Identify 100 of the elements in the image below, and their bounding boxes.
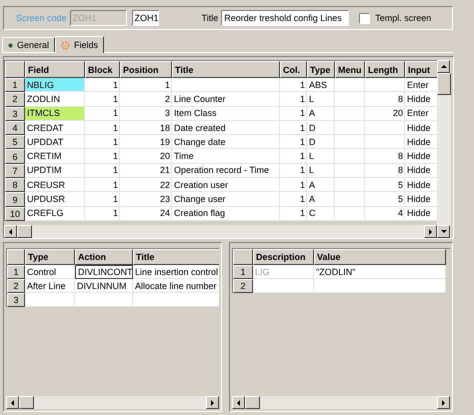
table-cell: 1 [85,164,120,178]
row-header[interactable]: 2 [5,92,25,107]
horizontal-scrollbar[interactable] [4,225,437,238]
row-header[interactable]: 6 [5,149,25,164]
table-cell: Operation record - Time [172,164,280,178]
table-cell: 3 [120,106,172,121]
column-header[interactable]: Title [133,249,219,265]
table-cell: 1 [85,92,120,107]
table-cell: L [307,149,335,164]
table-cell: A [307,178,335,192]
table-cell: Creation user [172,178,280,192]
column-header[interactable]: Block [85,61,120,78]
table-cell [253,279,314,293]
column-header[interactable]: Input [405,61,437,78]
table-cell: A [307,106,335,121]
row-header[interactable]: 5 [5,135,25,150]
row-header[interactable]: 9 [5,192,25,207]
dot-icon [8,42,13,48]
table-cell [335,206,365,221]
table-cell: 20 [120,149,172,164]
table-cell: DIVLINCONT [75,265,133,279]
table-cell: CRETIM [25,149,85,164]
row-header[interactable]: 2 [233,279,253,293]
template-checkbox[interactable] [359,12,370,24]
tab[interactable]: General [2,37,56,52]
corner-cell[interactable] [7,249,25,265]
table-cell: 1 [85,135,120,150]
table-cell: NBLIG [25,78,85,92]
column-header[interactable]: Field [25,61,85,78]
table-cell: 1 [85,106,120,121]
table-cell: 5 [365,178,405,192]
table-cell: Line Counter [172,92,280,107]
column-header[interactable]: Action [75,249,133,265]
table-cell: UPDTIM [25,164,85,178]
corner-cell[interactable] [233,249,253,265]
table-cell: UPDDAT [25,135,85,150]
table-cell: Hidde [405,164,437,178]
table-cell: Hidde [405,135,437,150]
code-field[interactable]: ZOH1 [132,10,159,26]
table-cell: Enter [405,78,437,92]
column-header[interactable]: Type [307,61,335,78]
corner-cell[interactable] [5,61,25,78]
table-cell: 22 [120,178,172,192]
table-cell: After Line [25,279,75,293]
table-cell: 1 [85,178,120,192]
column-header[interactable]: Length [365,61,405,78]
table-cell: ABS [307,78,335,92]
template-label: Templ. screen [375,13,432,23]
column-header[interactable]: Col. [280,61,307,78]
table-cell: 1 [280,149,307,164]
table-cell [25,293,75,307]
table-cell: 1 [280,192,307,207]
table-cell: Item Class [172,106,280,121]
table-cell: Change user [172,192,280,207]
screen-code-label: Screen code [16,13,67,23]
table-cell: Hidde [405,92,437,107]
table-cell: CREDAT [25,120,85,136]
table-cell: Change date [172,135,280,150]
table-cell: DIVLINNUM [75,279,133,293]
row-header[interactable]: 2 [7,279,25,293]
title-field[interactable]: Reorder treshold config Lines [221,10,350,26]
table-cell: 18 [120,120,172,136]
column-header[interactable]: Menu [335,61,365,78]
row-header[interactable]: 7 [5,164,25,178]
row-header[interactable]: 8 [5,178,25,192]
table-cell: 1 [280,120,307,136]
table-cell: 19 [120,135,172,150]
table-cell [335,106,365,121]
horizontal-scrollbar[interactable] [232,396,450,409]
table-cell: Hidde [405,149,437,164]
row-header[interactable]: 1 [7,265,25,279]
table-cell: Hidde [405,206,437,221]
table-cell: Date created [172,120,280,136]
table-cell: 5 [365,192,405,207]
table-cell: Enter [405,106,437,121]
table-cell: Time [172,149,280,164]
table-cell: "ZODLIN" [314,265,446,279]
horizontal-scrollbar[interactable] [6,396,219,409]
row-header[interactable]: 10 [5,206,25,221]
row-header[interactable]: 4 [5,120,25,136]
table-cell: CREUSR [25,178,85,192]
column-header[interactable]: Title [172,61,280,78]
column-header[interactable]: Type [25,249,75,265]
table-cell: UPDUSR [25,192,85,207]
table-cell [335,192,365,207]
table-cell: 24 [120,206,172,221]
vertical-scrollbar[interactable] [437,60,451,238]
column-header[interactable]: Value [314,249,446,265]
table-cell: 1 [120,78,172,92]
row-header[interactable]: 1 [5,78,25,92]
column-header[interactable]: Position [120,61,172,78]
table-cell [365,135,405,150]
row-header[interactable]: 3 [5,106,25,121]
table-cell: 1 [85,192,120,207]
tab[interactable]: Fields [55,36,104,53]
table-cell [365,78,405,92]
table-cell: Creation flag [172,206,280,221]
table-cell: Allocate line number [133,279,219,293]
column-header[interactable]: Description [253,249,314,265]
row-header[interactable]: 3 [7,293,25,307]
